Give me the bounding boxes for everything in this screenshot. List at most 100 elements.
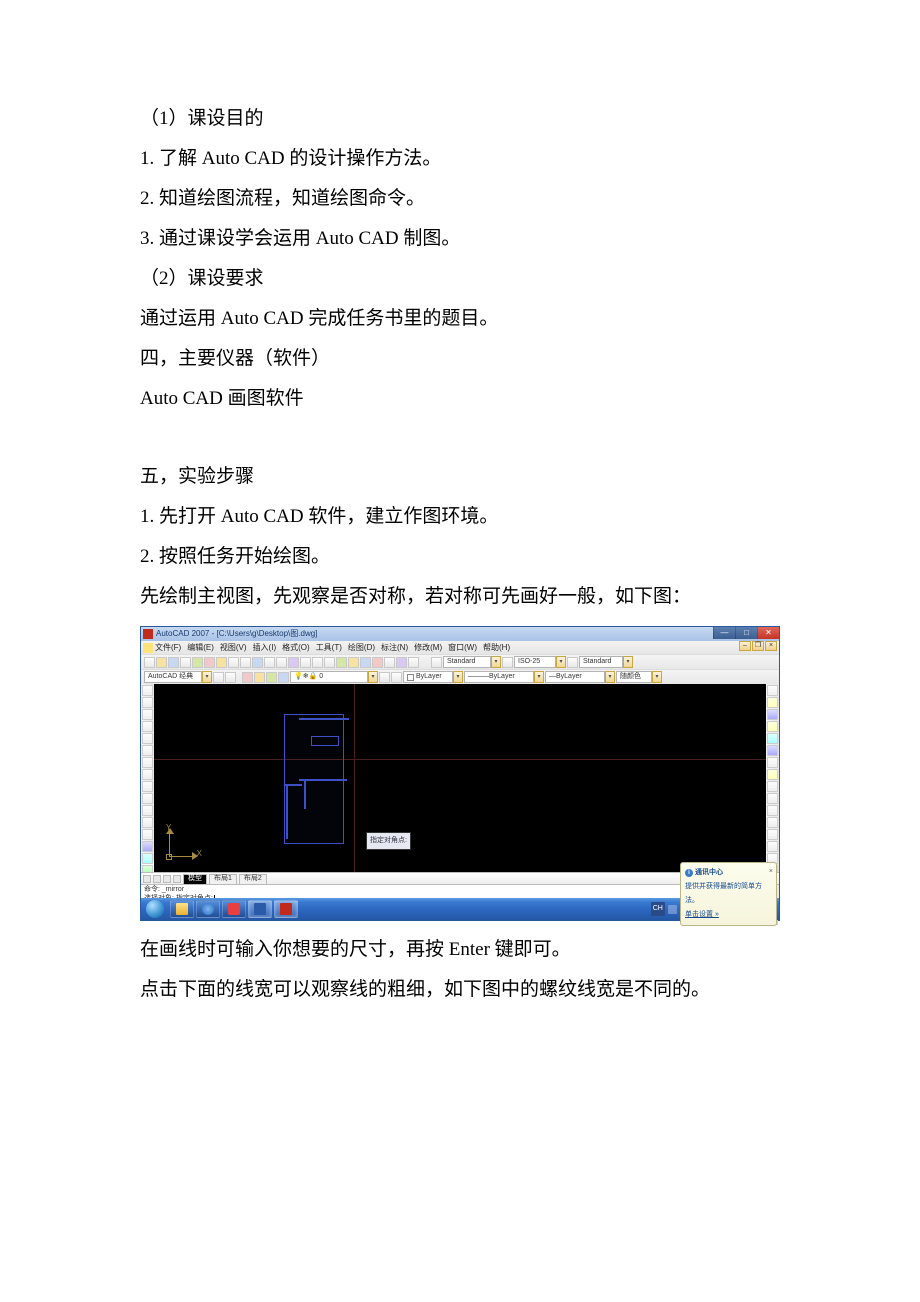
toolpalette-icon[interactable] xyxy=(360,657,371,668)
dimstyle-dropdown[interactable]: ISO-25 xyxy=(514,656,556,668)
join-icon[interactable] xyxy=(767,841,778,852)
point-icon[interactable] xyxy=(142,841,153,852)
dropdown-arrow-icon[interactable]: ▾ xyxy=(202,671,212,683)
taskbar-qq[interactable] xyxy=(222,900,246,918)
mdi-restore[interactable]: ❐ xyxy=(752,641,764,651)
layer-filter-icon[interactable] xyxy=(242,672,253,683)
calculator-icon[interactable] xyxy=(396,657,407,668)
taskbar-ie[interactable] xyxy=(196,900,220,918)
dropdown-arrow-icon[interactable]: ▾ xyxy=(453,671,463,683)
menu-file[interactable]: 文件(F) xyxy=(155,640,181,656)
ellipse-arc-icon[interactable] xyxy=(142,805,153,816)
paste-icon[interactable] xyxy=(240,657,251,668)
open-icon[interactable] xyxy=(156,657,167,668)
tab-next-icon[interactable] xyxy=(163,875,171,883)
copy-icon[interactable] xyxy=(228,657,239,668)
layer-state-icon[interactable] xyxy=(254,672,265,683)
move-icon[interactable] xyxy=(767,745,778,756)
zoom-win-icon[interactable] xyxy=(312,657,323,668)
dropdown-arrow-icon[interactable]: ▾ xyxy=(623,656,633,668)
color-dropdown[interactable]: ByLayer xyxy=(403,671,453,683)
notification-link[interactable]: 单击设置 » xyxy=(685,908,772,922)
markup-icon[interactable] xyxy=(384,657,395,668)
notification-close-icon[interactable]: × xyxy=(769,865,773,879)
menu-draw[interactable]: 绘图(D) xyxy=(348,640,375,656)
spline-icon[interactable] xyxy=(142,781,153,792)
help-icon[interactable] xyxy=(408,657,419,668)
layer-tool-icon[interactable] xyxy=(379,672,390,683)
sheetset-icon[interactable] xyxy=(372,657,383,668)
textstyle-icon[interactable] xyxy=(431,657,442,668)
menu-window[interactable]: 窗口(W) xyxy=(448,640,477,656)
rotate-icon[interactable] xyxy=(767,757,778,768)
tablestyle-icon[interactable] xyxy=(567,657,578,668)
layer-prop-icon[interactable] xyxy=(225,672,236,683)
publish-icon[interactable] xyxy=(204,657,215,668)
dropdown-arrow-icon[interactable]: ▾ xyxy=(368,671,378,683)
tab-model[interactable]: 模型 xyxy=(183,874,207,884)
tab-layout1[interactable]: 布局1 xyxy=(209,874,237,884)
dropdown-arrow-icon[interactable]: ▾ xyxy=(556,656,566,668)
mirror-icon[interactable] xyxy=(767,709,778,720)
tab-first-icon[interactable] xyxy=(143,875,151,883)
maximize-button[interactable]: □ xyxy=(735,627,757,639)
menu-dimension[interactable]: 标注(N) xyxy=(381,640,408,656)
break-icon[interactable] xyxy=(767,829,778,840)
break-point-icon[interactable] xyxy=(767,817,778,828)
erase-icon[interactable] xyxy=(767,685,778,696)
arc-icon[interactable] xyxy=(142,745,153,756)
layer-iso-icon[interactable] xyxy=(266,672,277,683)
start-button[interactable] xyxy=(141,898,169,920)
minimize-button[interactable]: — xyxy=(713,627,735,639)
trim-icon[interactable] xyxy=(767,793,778,804)
tab-layout2[interactable]: 布局2 xyxy=(239,874,267,884)
dropdown-arrow-icon[interactable]: ▾ xyxy=(491,656,501,668)
make-block-icon[interactable] xyxy=(142,829,153,840)
polygon-icon[interactable] xyxy=(142,721,153,732)
dropdown-arrow-icon[interactable]: ▾ xyxy=(652,671,662,683)
hatch-icon[interactable] xyxy=(142,853,153,864)
rectangle-icon[interactable] xyxy=(142,733,153,744)
lineweight-dropdown[interactable]: — ByLayer xyxy=(545,671,605,683)
scale-icon[interactable] xyxy=(767,769,778,780)
line-icon[interactable] xyxy=(142,685,153,696)
drawing-canvas[interactable]: 指定对角点: Y X xyxy=(154,684,766,872)
insert-block-icon[interactable] xyxy=(142,817,153,828)
dropdown-arrow-icon[interactable]: ▾ xyxy=(534,671,544,683)
menu-tools[interactable]: 工具(T) xyxy=(316,640,342,656)
tablestyle-dropdown[interactable]: Standard xyxy=(579,656,623,668)
taskbar-autocad[interactable] xyxy=(274,900,298,918)
close-button[interactable]: ✕ xyxy=(757,627,779,639)
redo-icon[interactable] xyxy=(276,657,287,668)
copy-obj-icon[interactable] xyxy=(767,697,778,708)
revcloud-icon[interactable] xyxy=(142,769,153,780)
layer-prev-icon[interactable] xyxy=(278,672,289,683)
tray-flag-icon[interactable] xyxy=(668,905,677,914)
print-icon[interactable] xyxy=(180,657,191,668)
tab-last-icon[interactable] xyxy=(173,875,181,883)
taskbar-word[interactable] xyxy=(248,900,272,918)
stretch-icon[interactable] xyxy=(767,781,778,792)
mdi-minimize[interactable]: – xyxy=(739,641,751,651)
pan-icon[interactable] xyxy=(288,657,299,668)
mdi-close[interactable]: × xyxy=(765,641,777,651)
language-indicator[interactable]: CH xyxy=(651,902,665,916)
extend-icon[interactable] xyxy=(767,805,778,816)
dimstyle-icon[interactable] xyxy=(502,657,513,668)
zoom-rt-icon[interactable] xyxy=(300,657,311,668)
array-icon[interactable] xyxy=(767,733,778,744)
taskbar-explorer[interactable] xyxy=(170,900,194,918)
menu-view[interactable]: 视图(V) xyxy=(220,640,247,656)
properties-icon[interactable] xyxy=(336,657,347,668)
layer-dropdown[interactable]: 💡❄🔒 0 xyxy=(290,671,368,683)
zoom-prev-icon[interactable] xyxy=(324,657,335,668)
menu-format[interactable]: 格式(O) xyxy=(282,640,310,656)
tab-prev-icon[interactable] xyxy=(153,875,161,883)
undo-icon[interactable] xyxy=(264,657,275,668)
workspace-settings-icon[interactable] xyxy=(213,672,224,683)
ellipse-icon[interactable] xyxy=(142,793,153,804)
pline-icon[interactable] xyxy=(142,709,153,720)
xline-icon[interactable] xyxy=(142,697,153,708)
save-icon[interactable] xyxy=(168,657,179,668)
menu-insert[interactable]: 插入(I) xyxy=(253,640,277,656)
